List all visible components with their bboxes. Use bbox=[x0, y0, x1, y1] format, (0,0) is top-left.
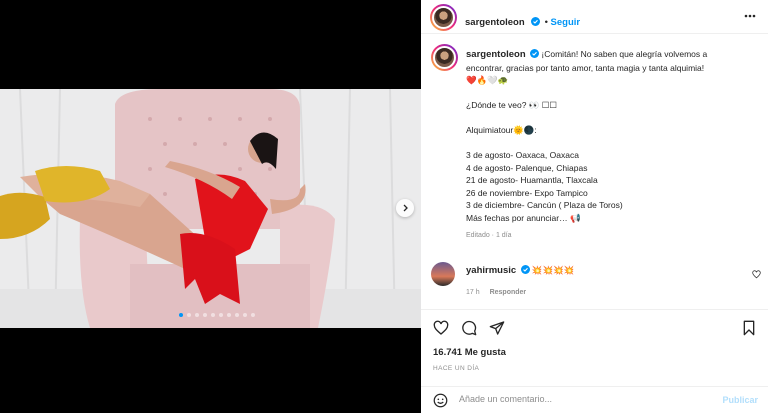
carousel-dot bbox=[187, 313, 191, 317]
comment-composer: Publicar bbox=[421, 386, 768, 413]
caption-avatar[interactable] bbox=[431, 44, 458, 71]
save-bookmark-icon[interactable] bbox=[742, 320, 756, 336]
carousel-dot bbox=[211, 313, 215, 317]
caption-line: Más fechas por anunciar… 📢 bbox=[466, 212, 581, 223]
author-username[interactable]: sargentoleon bbox=[465, 17, 525, 28]
publish-button[interactable]: Publicar bbox=[722, 395, 758, 405]
caption-line: ❤️🔥🤍🐢 bbox=[466, 75, 509, 85]
caption-text: sargentoleon ¡Comitán! No saben que aleg… bbox=[466, 48, 761, 243]
caption-line: 3 de diciembre- Cancún ( Plaza de Toros) bbox=[466, 200, 623, 210]
post-photo[interactable] bbox=[0, 89, 421, 328]
caption-line: encontrar, gracias por tanto amor, tanta… bbox=[466, 62, 705, 73]
caption-line: ¡Comitán! No saben que alegría volvemos … bbox=[541, 49, 708, 59]
reply-button[interactable]: Responder bbox=[490, 289, 527, 296]
chevron-right-icon bbox=[403, 204, 408, 212]
verified-badge-icon bbox=[530, 49, 540, 58]
caption-line: 26 de noviembre- Expo Tampico bbox=[466, 187, 588, 198]
like-count[interactable]: 16.741 Me gusta bbox=[433, 347, 506, 358]
carousel-dot bbox=[195, 313, 199, 317]
emoji-icon[interactable] bbox=[433, 393, 448, 408]
share-send-icon[interactable] bbox=[489, 320, 505, 336]
commenter-username[interactable]: yahirmusic bbox=[466, 265, 516, 276]
caption-line bbox=[466, 112, 761, 125]
carousel-dot bbox=[227, 313, 231, 317]
caption-line bbox=[466, 137, 761, 150]
post-header: sargentoleon • Seguir bbox=[421, 0, 768, 34]
caption-line: 3 de agosto- Oaxaca, Oaxaca bbox=[466, 150, 579, 160]
photo-illustration bbox=[0, 89, 421, 328]
comment-input[interactable] bbox=[459, 394, 709, 404]
caption-username[interactable]: sargentoleon bbox=[466, 49, 526, 60]
post-panel: sargentoleon • Seguir sargentoleon ¡Comi… bbox=[421, 0, 768, 413]
carousel-indicator bbox=[179, 313, 255, 317]
caption-line: ¿Dónde te veo? 👀 ☐☐ bbox=[466, 100, 558, 110]
edited-timestamp: Editado · 1 día bbox=[466, 232, 512, 239]
caption-line: 21 de agosto- Huamantla, Tlaxcala bbox=[466, 175, 598, 185]
comment-like-heart-icon[interactable] bbox=[752, 270, 761, 279]
carousel-next-button[interactable] bbox=[396, 199, 414, 217]
carousel-dot bbox=[203, 313, 207, 317]
caption-line bbox=[466, 87, 761, 100]
carousel-dot bbox=[219, 313, 223, 317]
post-media bbox=[0, 0, 421, 413]
caption-line: Alquimiatour🌞🌑: bbox=[466, 125, 537, 135]
author-avatar[interactable] bbox=[430, 4, 457, 31]
like-heart-icon[interactable] bbox=[433, 320, 449, 336]
comment-time: 17 h bbox=[466, 289, 480, 296]
caption-line: 4 de agosto- Palenque, Chiapas bbox=[466, 162, 588, 173]
verified-badge-icon bbox=[531, 17, 541, 26]
follow-button[interactable]: Seguir bbox=[551, 17, 581, 28]
comment-bubble-icon[interactable] bbox=[461, 320, 477, 336]
carousel-dot bbox=[235, 313, 239, 317]
carousel-dot bbox=[179, 313, 183, 317]
carousel-dot bbox=[243, 313, 247, 317]
carousel-dot bbox=[251, 313, 255, 317]
commenter-avatar[interactable] bbox=[431, 262, 455, 286]
verified-badge-icon bbox=[520, 265, 530, 274]
post-age: HACE UN DÍA bbox=[433, 365, 480, 372]
more-options-icon[interactable] bbox=[744, 14, 756, 18]
comment-text: 💥💥💥💥 bbox=[531, 265, 575, 275]
comment-item: yahirmusic 💥💥💥💥 17 h Responder bbox=[431, 262, 761, 302]
